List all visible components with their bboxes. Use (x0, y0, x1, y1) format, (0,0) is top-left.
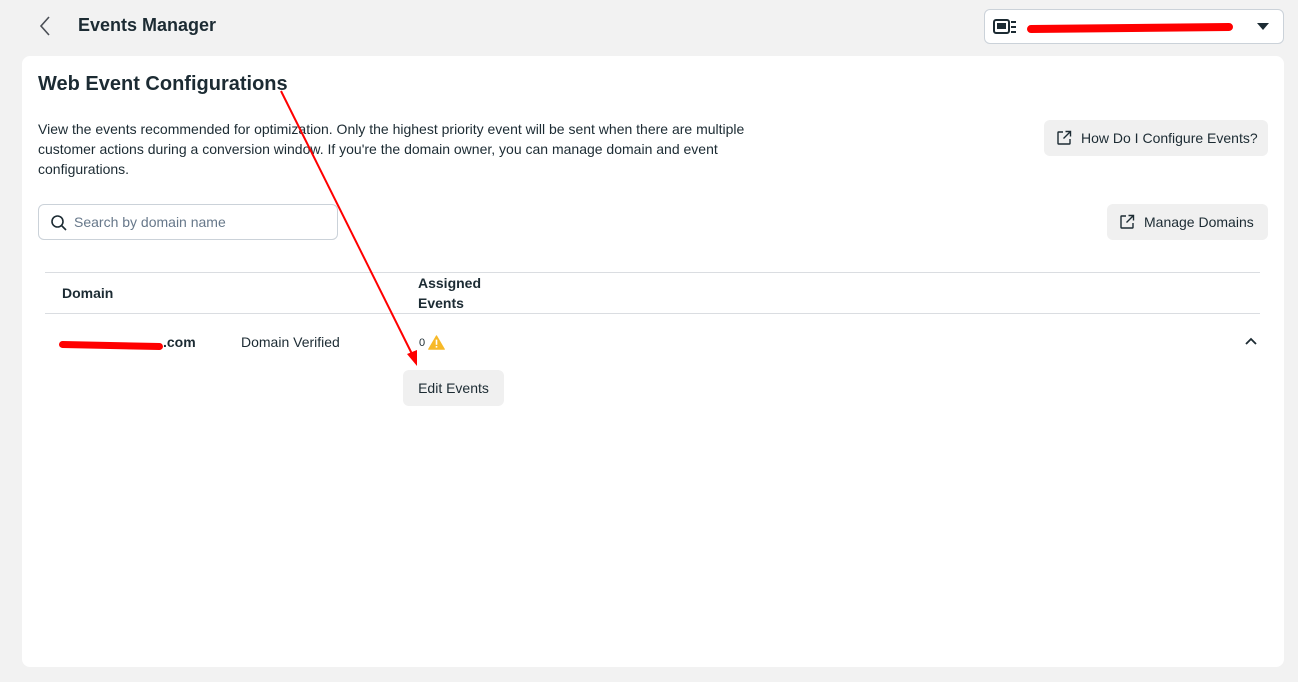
table-header: Domain Assigned Events (45, 272, 1260, 314)
main-card: Web Event Configurations View the events… (22, 56, 1284, 667)
manage-domains-button[interactable]: Manage Domains (1107, 204, 1268, 240)
domain-suffix: .com (163, 334, 196, 350)
edit-events-button[interactable]: Edit Events (403, 370, 504, 406)
redaction-mark (58, 340, 164, 351)
manage-domains-label: Manage Domains (1144, 214, 1254, 230)
page-title: Web Event Configurations (38, 73, 288, 95)
app-title: Events Manager (78, 15, 217, 35)
search-input[interactable] (74, 205, 329, 239)
column-header-domain: Domain (62, 285, 114, 301)
edit-events-label: Edit Events (418, 380, 489, 396)
external-link-icon (1120, 214, 1135, 229)
assigned-events-count: 0 (419, 335, 446, 350)
back-button[interactable] (34, 14, 56, 38)
redaction-mark (1026, 22, 1234, 34)
ad-account-icon (993, 19, 1016, 34)
back-chevron-icon (39, 16, 50, 36)
page-description: View the events recommended for optimiza… (38, 121, 745, 177)
domain-search[interactable] (38, 204, 338, 240)
search-icon (51, 215, 67, 231)
domain-status: Domain Verified (241, 334, 340, 350)
top-bar: Events Manager (0, 0, 1298, 52)
account-selector[interactable] (984, 9, 1284, 44)
domain-name: .com (58, 334, 196, 351)
warning-icon (428, 335, 446, 350)
caret-down-icon (1257, 23, 1269, 30)
events-count-value: 0 (419, 336, 426, 349)
external-link-icon (1057, 130, 1072, 145)
chevron-up-icon (1245, 337, 1257, 345)
how-configure-events-button[interactable]: How Do I Configure Events? (1044, 120, 1268, 156)
domains-table: Domain Assigned Events .com Domain Verif… (45, 272, 1260, 370)
column-header-assigned-events: Assigned Events (418, 275, 482, 311)
how-configure-events-label: How Do I Configure Events? (1081, 130, 1258, 146)
table-row: .com Domain Verified 0 (45, 314, 1260, 370)
collapse-row-button[interactable] (1242, 332, 1260, 350)
